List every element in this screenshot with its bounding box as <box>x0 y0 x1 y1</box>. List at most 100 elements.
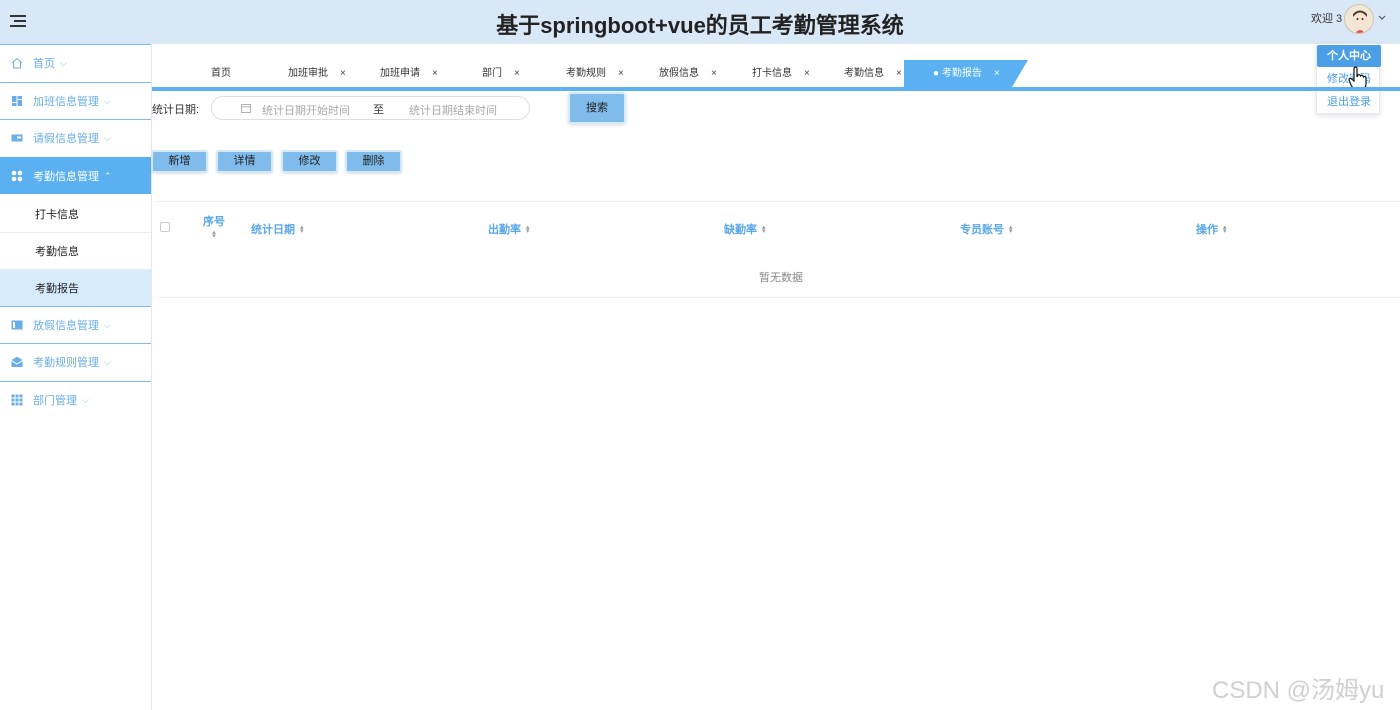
column-header-absence-rate[interactable]: 缺勤率 ▴ ▾ <box>724 221 766 237</box>
chevron-down-icon: ⌵ <box>104 356 111 367</box>
sidebar-item-label: 首页 <box>33 58 55 70</box>
chevron-down-icon[interactable] <box>1377 13 1387 23</box>
end-date-input[interactable]: 统计日期结束时间 <box>409 102 497 118</box>
column-header-index[interactable]: 序号 ▴ ▾ <box>199 213 229 241</box>
chevron-down-icon: ⌵ <box>82 394 89 405</box>
app-title: 基于springboot+vue的员工考勤管理系统 <box>496 13 904 38</box>
column-header-label: 操作 <box>1196 224 1218 236</box>
tab-label: 部门 <box>482 68 502 79</box>
tab-overtime-apply[interactable]: 加班申请 × <box>380 60 438 87</box>
search-button[interactable]: 搜索 <box>568 92 626 124</box>
welcome-text: 欢迎 3 <box>1311 13 1343 25</box>
tab-department[interactable]: 部门 × <box>482 60 520 87</box>
close-icon[interactable]: × <box>514 68 520 79</box>
sidebar-item-leave[interactable]: 请假信息管理 ⌵ <box>0 119 151 156</box>
chevron-down-icon: ⌵ <box>60 57 67 68</box>
tab-checkin-info[interactable]: 打卡信息 × <box>752 60 810 87</box>
edit-button[interactable]: 修改 <box>281 150 338 173</box>
select-all-checkbox[interactable] <box>160 222 170 232</box>
chevron-down-icon: ⌵ <box>104 132 111 143</box>
calendar-icon <box>11 320 23 330</box>
sidebar-subitem-checkin[interactable]: 打卡信息 <box>0 195 151 232</box>
date-filter-label: 统计日期: <box>152 104 200 116</box>
column-header-label: 统计日期 <box>251 224 295 236</box>
dashboard-icon <box>12 96 22 106</box>
close-icon[interactable]: × <box>340 68 346 79</box>
sort-icon[interactable]: ▴ ▾ <box>212 229 216 240</box>
sort-icon[interactable]: ▴ ▾ <box>762 224 766 235</box>
detail-button[interactable]: 详情 <box>216 150 273 173</box>
tab-label: ● 考勤报告 <box>933 68 982 79</box>
menu-toggle-icon[interactable] <box>10 12 26 28</box>
sidebar: 首页 ⌵ 加班信息管理 ⌵ 请假信息管理 ⌵ 考勤信息管理 ⌃ 打卡信息 考勤信息 考勤… <box>0 44 152 710</box>
sort-icon[interactable]: ▴ ▾ <box>1223 224 1227 235</box>
tab-home[interactable]: 首页 <box>211 60 231 87</box>
home-icon <box>11 57 23 69</box>
mail-icon <box>11 356 23 367</box>
tab-label: 考勤规则 <box>566 68 606 79</box>
table-empty-text: 暂无数据 <box>759 272 803 284</box>
tab-label: 加班审批 <box>288 68 328 79</box>
close-icon[interactable]: × <box>804 68 810 79</box>
tab-label: 考勤信息 <box>844 68 884 79</box>
delete-button[interactable]: 删除 <box>345 150 402 173</box>
add-button[interactable]: 新增 <box>151 150 208 173</box>
top-header: 基于springboot+vue的员工考勤管理系统 欢迎 3 <box>0 0 1400 44</box>
column-header-attendance-rate[interactable]: 出勤率 ▴ ▾ <box>488 221 530 237</box>
sidebar-item-department[interactable]: 部门管理 ⌵ <box>0 381 151 418</box>
sidebar-item-label: 加班信息管理 <box>33 96 99 108</box>
tab-attendance-report[interactable]: ● 考勤报告 × <box>904 60 1028 87</box>
sidebar-item-label: 部门管理 <box>33 395 77 407</box>
close-icon[interactable]: × <box>994 68 1000 79</box>
user-avatar[interactable] <box>1344 4 1374 34</box>
sidebar-item-attendance[interactable]: 考勤信息管理 ⌃ <box>0 157 151 194</box>
column-header-label: 专员账号 <box>960 224 1004 236</box>
apps-icon <box>11 394 23 406</box>
close-icon[interactable]: × <box>618 68 624 79</box>
tab-holiday-info[interactable]: 放假信息 × <box>659 60 717 87</box>
sidebar-item-label: 放假信息管理 <box>33 320 99 332</box>
table-bottom-border <box>157 297 1400 298</box>
chevron-down-icon: ⌵ <box>104 95 111 106</box>
range-separator: 至 <box>373 104 384 116</box>
column-header-actions[interactable]: 操作 ▴ ▾ <box>1196 221 1227 237</box>
grid-icon <box>11 170 23 182</box>
close-icon[interactable]: × <box>711 68 717 79</box>
close-icon[interactable]: × <box>432 68 438 79</box>
sidebar-item-holiday[interactable]: 放假信息管理 ⌵ <box>0 306 151 343</box>
column-header-label: 缺勤率 <box>724 224 757 236</box>
calendar-icon <box>241 104 251 113</box>
sidebar-item-label: 请假信息管理 <box>33 133 99 145</box>
tab-label: 首页 <box>211 68 231 79</box>
sidebar-item-label: 考勤规则管理 <box>33 357 99 369</box>
sidebar-item-home[interactable]: 首页 ⌵ <box>0 44 151 81</box>
chevron-down-icon: ⌵ <box>104 319 111 330</box>
tab-overtime-approval[interactable]: 加班审批 × <box>288 60 346 87</box>
tab-attendance-info[interactable]: 考勤信息 × <box>844 60 902 87</box>
start-date-input[interactable]: 统计日期开始时间 <box>262 102 350 118</box>
sidebar-subitem-attendance-report[interactable]: 考勤报告 <box>0 269 151 306</box>
sort-icon[interactable]: ▴ ▾ <box>300 224 304 235</box>
card-icon <box>11 134 23 142</box>
column-header-label: 序号 <box>203 216 225 228</box>
tab-label: 加班申请 <box>380 68 420 79</box>
close-icon[interactable]: × <box>896 68 902 79</box>
sort-icon[interactable]: ▴ ▾ <box>526 224 530 235</box>
menu-item-logout[interactable]: 退出登录 <box>1317 91 1381 113</box>
tab-underline <box>152 87 1400 91</box>
table-top-border <box>157 201 1400 202</box>
sidebar-item-overtime[interactable]: 加班信息管理 ⌵ <box>0 82 151 119</box>
chevron-up-icon: ⌃ <box>104 170 112 181</box>
sidebar-item-rules[interactable]: 考勤规则管理 ⌵ <box>0 343 151 380</box>
tab-attendance-rules[interactable]: 考勤规则 × <box>566 60 624 87</box>
sidebar-item-label: 考勤信息管理 <box>33 171 99 183</box>
column-header-specialist-account[interactable]: 专员账号 ▴ ▾ <box>960 221 1013 237</box>
sort-icon[interactable]: ▴ ▾ <box>1009 224 1013 235</box>
column-header-date[interactable]: 统计日期 ▴ ▾ <box>251 221 304 237</box>
tab-label: 打卡信息 <box>752 68 792 79</box>
sidebar-subitem-attendance-info[interactable]: 考勤信息 <box>0 232 151 269</box>
column-header-label: 出勤率 <box>488 224 521 236</box>
watermark: CSDN @汤姆yu <box>1212 677 1385 704</box>
tab-label: 放假信息 <box>659 68 699 79</box>
date-range-picker[interactable]: 统计日期开始时间 至 统计日期结束时间 <box>211 96 530 120</box>
